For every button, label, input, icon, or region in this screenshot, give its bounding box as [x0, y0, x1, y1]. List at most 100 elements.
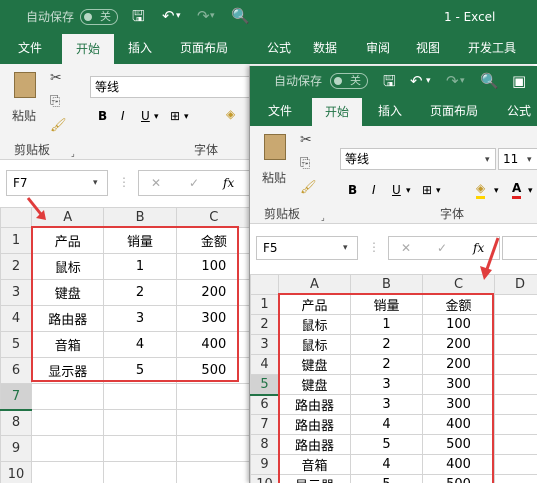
cell[interactable]: 路由器 [278, 434, 351, 455]
cut-icon[interactable]: ✂ [50, 70, 62, 86]
row-header[interactable]: 9 [0, 435, 33, 462]
cell[interactable] [31, 461, 105, 483]
cell[interactable]: 500 [422, 434, 495, 455]
cell[interactable] [175, 435, 250, 462]
cell[interactable]: 200 [422, 354, 495, 375]
cell[interactable]: 1 [350, 314, 423, 335]
enter-icon[interactable]: ✓ [437, 240, 447, 256]
clipboard-launcher-icon[interactable]: ⌟ [321, 210, 325, 226]
cell[interactable]: 金额 [175, 227, 250, 254]
cell[interactable] [103, 461, 177, 483]
autosave-toggle[interactable]: 关 [80, 9, 118, 25]
cell[interactable] [494, 394, 537, 415]
borders-button[interactable]: ⊞ [170, 108, 180, 124]
redo-icon[interactable]: ↷ [446, 73, 459, 89]
cell[interactable]: 200 [175, 279, 250, 306]
cell[interactable] [494, 354, 537, 375]
row-header[interactable]: 5 [250, 374, 279, 396]
cell[interactable]: 500 [422, 474, 495, 483]
cell[interactable] [31, 409, 105, 436]
row-header[interactable]: 7 [250, 414, 279, 435]
cell[interactable]: 销量 [350, 294, 423, 315]
cell[interactable] [31, 435, 105, 462]
cell[interactable]: 显示器 [278, 474, 351, 483]
tab-formulas[interactable]: 公式 [507, 103, 531, 119]
redo-dropdown-icon[interactable]: ▾ [460, 73, 465, 89]
cell[interactable]: 5 [103, 357, 177, 384]
tab-6[interactable]: 审阅 [366, 40, 390, 56]
undo-dropdown-icon[interactable]: ▾ [176, 8, 181, 24]
cut-icon[interactable]: ✂ [300, 132, 312, 148]
row-header[interactable]: 4 [0, 305, 33, 332]
cancel-icon[interactable]: ✕ [151, 175, 161, 191]
name-box-dropdown-icon[interactable]: ▾ [343, 240, 348, 256]
font-size-dropdown-icon[interactable]: ▾ [527, 152, 532, 168]
underline-dropdown-icon[interactable]: ▾ [154, 109, 159, 125]
cell[interactable]: 鼠标 [278, 334, 351, 355]
row-header[interactable]: 10 [0, 461, 33, 483]
row-header[interactable]: 10 [250, 474, 279, 483]
paste-icon[interactable] [264, 134, 286, 160]
row-header[interactable]: 5 [0, 331, 33, 358]
copy-icon[interactable]: ⎘ [50, 94, 60, 110]
row-header[interactable]: 6 [0, 357, 33, 384]
cell[interactable]: 3 [103, 305, 177, 332]
undo-icon[interactable]: ↶ [410, 73, 423, 89]
redo-dropdown-icon[interactable]: ▾ [210, 8, 215, 24]
font-color-icon[interactable]: A [512, 180, 522, 199]
cell[interactable] [494, 434, 537, 455]
borders-dropdown-icon[interactable]: ▾ [436, 183, 441, 199]
fill-color-icon[interactable]: ◈ [226, 106, 235, 122]
redo-icon[interactable]: ↷ [197, 8, 210, 24]
paste-label[interactable]: 粘贴 [262, 170, 286, 186]
cell[interactable] [494, 474, 537, 483]
cell[interactable] [494, 334, 537, 355]
cell[interactable]: 200 [422, 334, 495, 355]
cell[interactable]: 3 [350, 394, 423, 415]
tab-4[interactable]: 公式 [267, 40, 291, 56]
print-preview-icon[interactable]: 🔍 [231, 8, 250, 24]
col-header[interactable]: C [175, 207, 250, 228]
italic-button[interactable]: I [121, 108, 125, 124]
tab-home[interactable]: 开始 [312, 98, 362, 126]
underline-button[interactable]: U [392, 182, 401, 198]
print-preview-icon[interactable]: 🔍 [480, 73, 499, 89]
row-header[interactable]: 9 [250, 454, 279, 475]
format-painter-icon[interactable]: 🖌 [300, 180, 317, 196]
row-header[interactable]: 1 [250, 294, 279, 315]
tab-insert[interactable]: 插入 [378, 103, 402, 119]
select-all-corner[interactable] [250, 274, 279, 295]
cell[interactable]: 键盘 [31, 279, 105, 306]
cell[interactable]: 4 [350, 414, 423, 435]
font-color-dropdown-icon[interactable]: ▾ [528, 183, 533, 199]
italic-button[interactable]: I [372, 182, 376, 198]
tab-5[interactable]: 数据 [313, 40, 337, 56]
font-name-box[interactable]: 等线 ▾ [340, 148, 496, 170]
row-header[interactable]: 1 [0, 227, 33, 254]
cell[interactable]: 100 [422, 314, 495, 335]
cell[interactable]: 键盘 [278, 354, 351, 375]
row-header[interactable]: 8 [0, 409, 33, 436]
cell[interactable] [494, 374, 537, 395]
cell[interactable]: 300 [422, 374, 495, 395]
row-header[interactable]: 2 [0, 253, 33, 280]
save-icon[interactable]: 🖫 [132, 8, 145, 24]
underline-dropdown-icon[interactable]: ▾ [406, 183, 411, 199]
cell[interactable]: 路由器 [278, 414, 351, 435]
cell[interactable]: 3 [350, 374, 423, 395]
enter-icon[interactable]: ✓ [189, 175, 199, 191]
cell[interactable]: 2 [103, 279, 177, 306]
cell[interactable]: 300 [422, 394, 495, 415]
copy-icon[interactable]: ⎘ [300, 156, 310, 172]
cell[interactable]: 音箱 [31, 331, 105, 358]
cell[interactable]: 100 [175, 253, 250, 280]
cell[interactable] [175, 461, 250, 483]
fill-color-dropdown-icon[interactable]: ▾ [494, 183, 499, 199]
cell[interactable]: 4 [103, 331, 177, 358]
cell[interactable] [175, 409, 250, 436]
cell[interactable]: 销量 [103, 227, 177, 254]
tab-home[interactable]: 开始 [62, 34, 114, 64]
tab-insert[interactable]: 插入 [128, 40, 152, 56]
cell[interactable] [175, 383, 250, 410]
name-box[interactable]: F5 ▾ [256, 236, 358, 260]
